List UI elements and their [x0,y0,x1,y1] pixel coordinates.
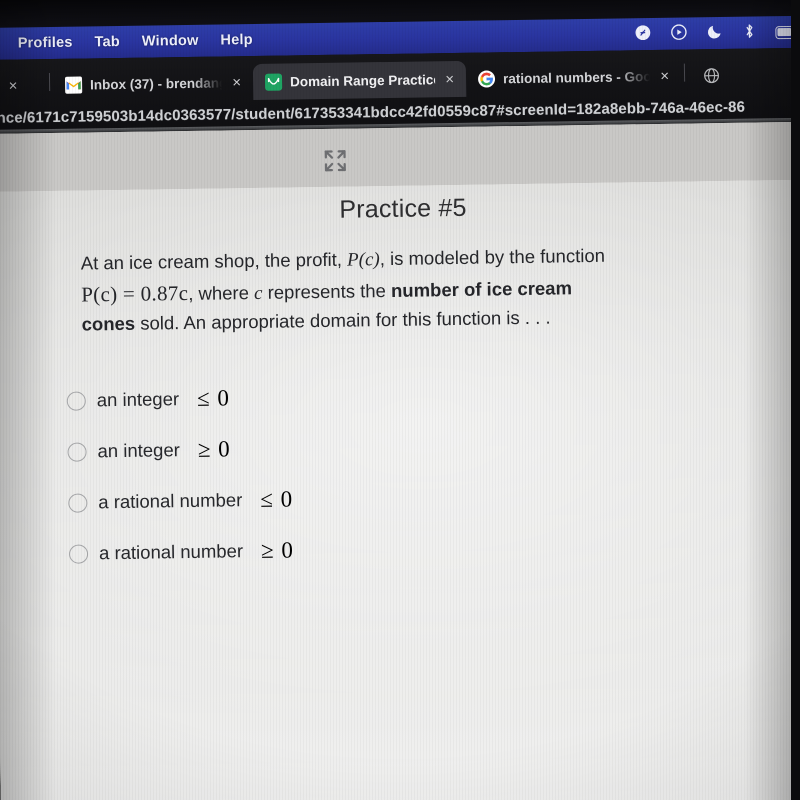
screenshot-root: s Profiles Tab Window Help [0,0,800,800]
radio-button-icon[interactable] [67,442,87,462]
radio-button-icon[interactable] [66,391,86,411]
question-function-notation: P(c) [346,249,380,271]
answer-choice-label: a rational number [98,489,243,513]
globe-icon [702,67,719,84]
answer-choice-a[interactable]: an integer ≤ 0 [66,383,397,414]
tab-title: Inbox (37) - brendang27 [89,74,223,92]
question-text: At an ice cream shop, the profit, P(c), … [81,242,612,339]
tab-close-icon[interactable]: × [658,67,671,84]
answer-choice-label: an integer [96,388,180,411]
tab-separator [48,72,51,92]
menu-bar-status-icons [634,21,800,45]
answer-choice-label: a rational number [98,540,244,564]
answer-choice-relation: ≤ 0 [260,486,294,513]
tab-close-icon[interactable]: × [230,74,243,91]
shazam-icon[interactable] [634,24,651,45]
gmail-icon [64,76,83,94]
browser-tab-partial[interactable]: × [0,67,46,104]
question-part-1: At an ice cream shop, the profit, [80,248,348,274]
tab-separator [683,63,686,82]
answer-choice-label: an integer [97,439,180,462]
tab-title: Domain Range Practice [289,71,436,89]
menu-item-help[interactable]: Help [220,32,252,48]
menu-item-window[interactable]: Window [142,33,199,50]
tab-close-icon[interactable]: × [443,70,456,87]
web-page-content: Practice #5 At an ice cream shop, the pr… [0,121,800,800]
question-part-3: , where [188,282,255,305]
menu-item-profiles[interactable]: Profiles [18,35,73,52]
battery-fill [777,27,792,37]
monitor-photo-skew-wrapper: s Profiles Tab Window Help [0,0,800,800]
browser-tab-domain-range-practice[interactable]: Domain Range Practice × [252,60,467,100]
tab-close-icon[interactable]: × [7,77,20,94]
answer-choice-c[interactable]: a rational number ≤ 0 [68,485,398,516]
browser-tab-inbox[interactable]: Inbox (37) - brendang27 × [53,64,254,103]
tab-title: rational numbers - Goog [502,68,651,86]
question-part-2: , is modeled by the function [379,244,606,270]
media-play-icon[interactable] [670,23,687,44]
radio-button-icon[interactable] [68,544,89,564]
browser-tab-next-partial[interactable] [688,57,745,94]
answer-choice-relation: ≥ 0 [197,436,231,463]
answer-choice-b[interactable]: an integer ≥ 0 [67,434,397,465]
answer-choice-relation: ≤ 0 [196,385,231,412]
question-equation: P(c) = 0.87c [81,281,189,307]
question-part-4: represents the [262,280,392,303]
question-card: Practice #5 At an ice cream shop, the pr… [0,180,800,569]
menu-bar-items: s Profiles Tab Window Help [0,32,253,52]
browser-tab-rational-numbers[interactable]: rational numbers - Goog × [466,58,682,97]
radio-button-icon[interactable] [68,493,88,513]
google-icon [477,69,496,88]
answer-choice-d[interactable]: a rational number ≥ 0 [68,536,399,567]
answer-choices-list: an integer ≤ 0 an integer ≥ 0 a rational… [66,377,800,567]
moon-do-not-disturb-icon[interactable] [706,22,723,43]
monitor-right-bezel [791,0,800,800]
desmos-icon [264,73,283,91]
question-part-5: sold. An appropriate domain for this fun… [134,306,551,334]
bluetooth-icon[interactable] [742,22,756,43]
menu-item-tab[interactable]: Tab [94,34,120,50]
answer-choice-relation: ≥ 0 [260,537,295,564]
expand-fullscreen-icon[interactable] [321,147,349,175]
